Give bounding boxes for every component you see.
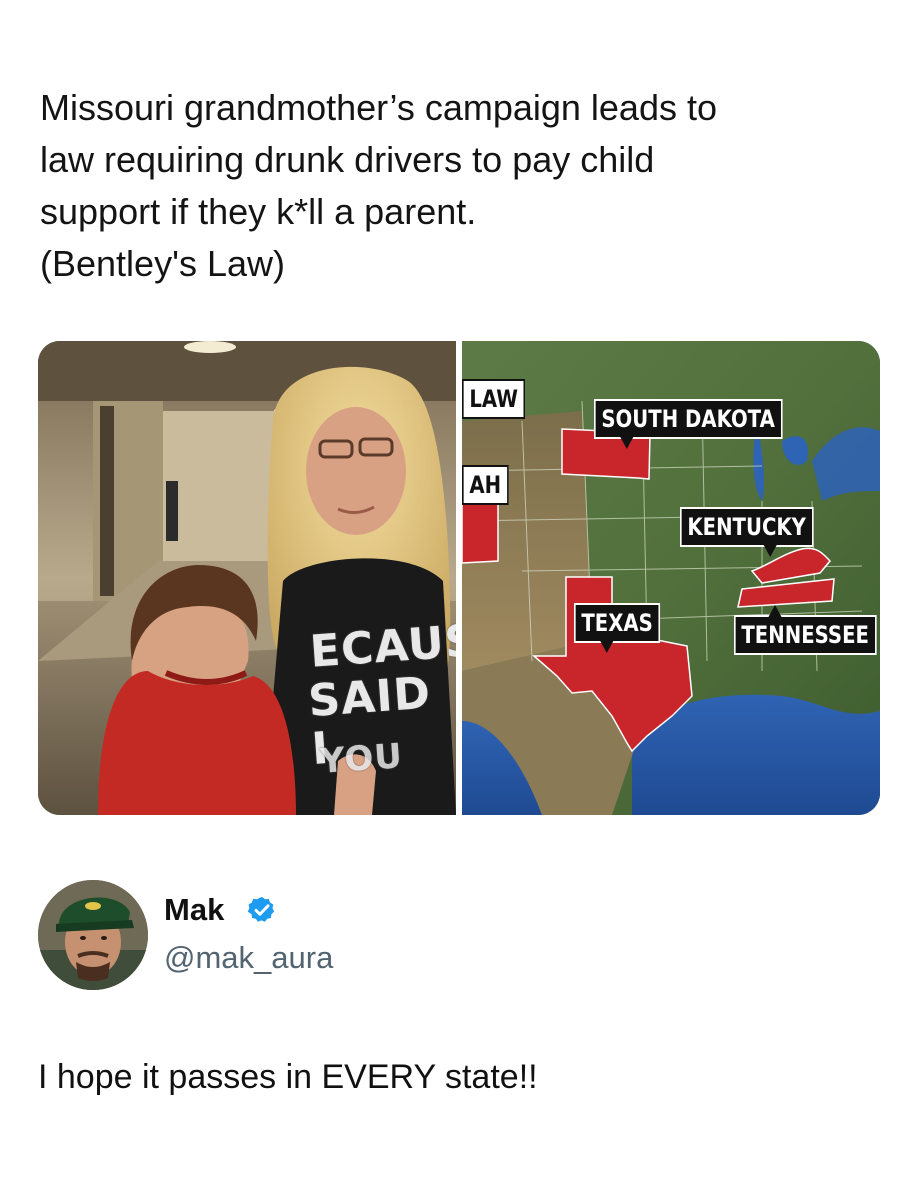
photo-grandmother-and-boy[interactable]: ECAUS SAID I YOU <box>38 341 456 815</box>
media-grid[interactable]: ECAUS SAID I YOU LAW AH SOUTH DAKOTA KEN… <box>38 341 880 815</box>
map-label-texas-text: TEXAS <box>581 609 653 637</box>
shirt-text-line-1: ECAUS <box>308 615 456 678</box>
tweet-text: I hope it passes in EVERY state!! <box>38 1058 538 1096</box>
map-label-utah: AH <box>462 465 509 505</box>
map-label-south-dakota: SOUTH DAKOTA <box>594 399 783 449</box>
map-label-south-dakota-text: SOUTH DAKOTA <box>601 405 775 433</box>
shirt-text-line-3: YOU <box>318 736 405 782</box>
tweet-author[interactable]: Mak @mak_aura <box>38 880 538 990</box>
avatar[interactable] <box>38 880 148 990</box>
map-label-tennessee: TENNESSEE <box>734 605 877 655</box>
author-handle[interactable]: @mak_aura <box>164 940 333 976</box>
map-label-texas: TEXAS <box>574 603 661 653</box>
map-label-kentucky-text: KENTUCKY <box>687 513 806 541</box>
photo-map[interactable]: LAW AH SOUTH DAKOTA KENTUCKY TEXAS TENNE… <box>462 341 880 815</box>
map-label-law: LAW <box>462 379 526 419</box>
author-name[interactable]: Mak <box>164 892 224 928</box>
headline-line-2: law requiring drunk drivers to pay child <box>40 139 655 180</box>
map-label-tennessee-text: TENNESSEE <box>741 621 869 649</box>
headline-line-4: (Bentley's Law) <box>40 243 285 284</box>
headline-line-3: support if they k*ll a parent. <box>40 191 477 232</box>
profile-photo-icon <box>38 880 148 990</box>
headline: Missouri grandmother’s campaign leads to… <box>40 82 840 290</box>
headline-line-1: Missouri grandmother’s campaign leads to <box>40 87 718 128</box>
map-label-kentucky: KENTUCKY <box>680 507 814 557</box>
verified-badge-icon <box>247 896 275 922</box>
